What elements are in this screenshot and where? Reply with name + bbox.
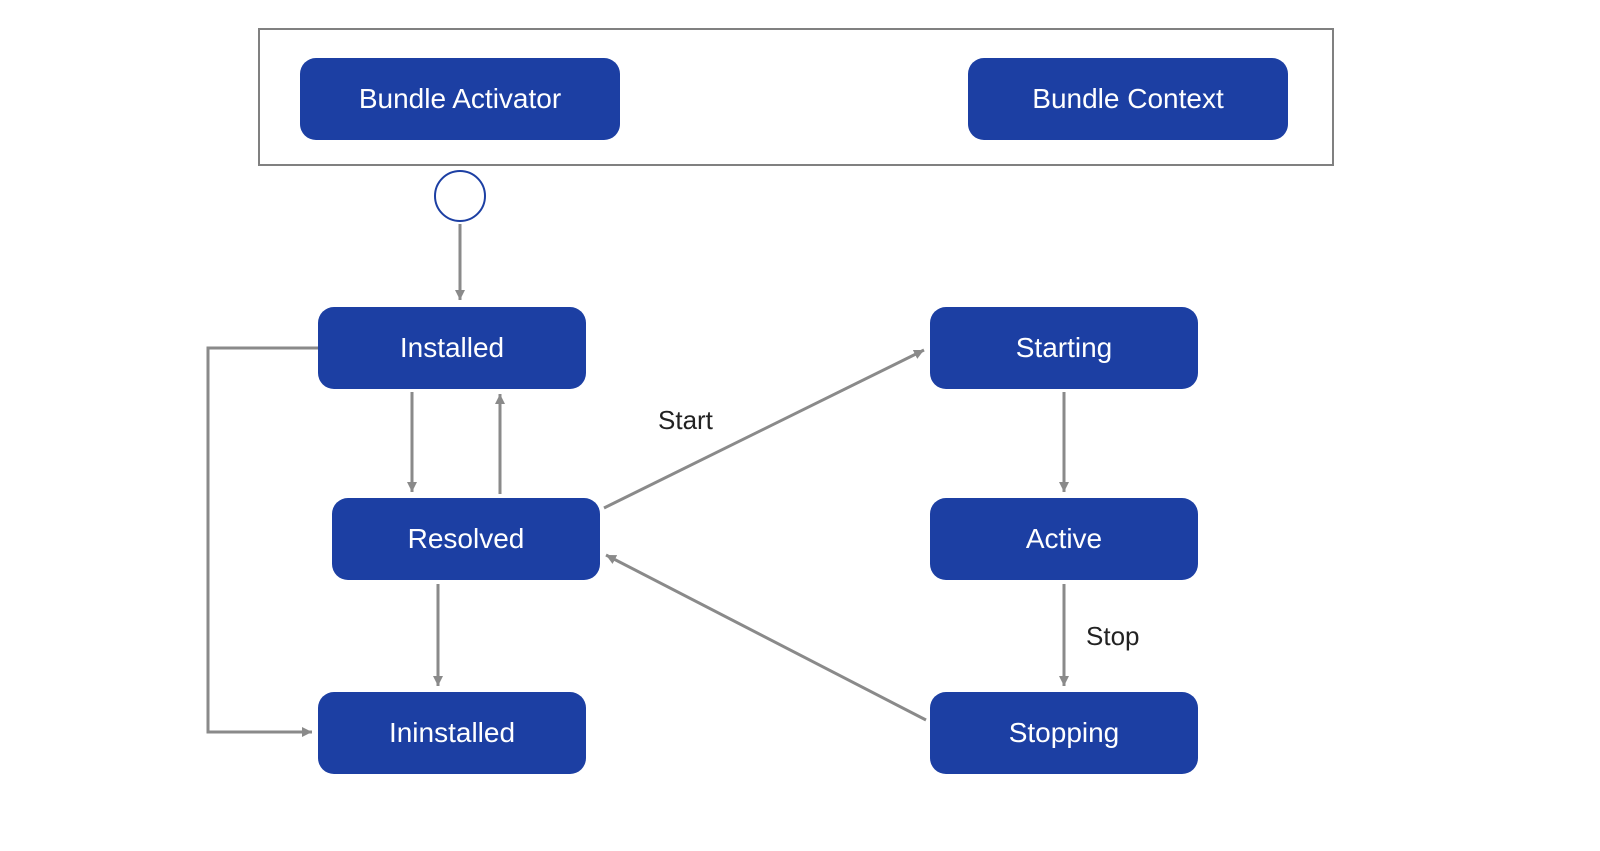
- edge-label-stop: Stop: [1086, 621, 1140, 652]
- node-starting: Starting: [930, 307, 1198, 389]
- node-label: Bundle Activator: [359, 83, 561, 115]
- edge-label-start: Start: [658, 405, 713, 436]
- node-resolved: Resolved: [332, 498, 600, 580]
- arrow-installed-to-uninstalled: [208, 348, 318, 732]
- arrow-stopping-to-resolved: [606, 555, 926, 720]
- node-stopping: Stopping: [930, 692, 1198, 774]
- node-label: Bundle Context: [1032, 83, 1223, 115]
- node-uninstalled: Ininstalled: [318, 692, 586, 774]
- node-label: Ininstalled: [389, 717, 515, 749]
- node-bundle-context: Bundle Context: [968, 58, 1288, 140]
- node-active: Active: [930, 498, 1198, 580]
- node-installed: Installed: [318, 307, 586, 389]
- node-label: Resolved: [408, 523, 525, 555]
- initial-state-circle: [434, 170, 486, 222]
- node-bundle-activator: Bundle Activator: [300, 58, 620, 140]
- node-label: Starting: [1016, 332, 1113, 364]
- node-label: Stopping: [1009, 717, 1120, 749]
- node-label: Active: [1026, 523, 1102, 555]
- node-label: Installed: [400, 332, 504, 364]
- arrow-resolved-to-starting: [604, 350, 924, 508]
